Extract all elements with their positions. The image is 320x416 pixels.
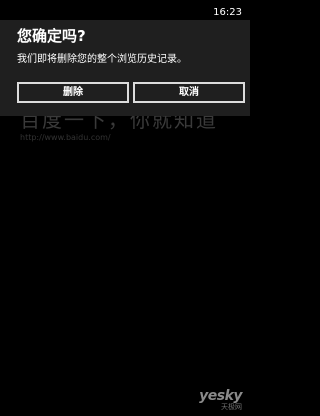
watermark-subtitle: 天极网 bbox=[221, 403, 242, 411]
delete-button[interactable]: 删除 bbox=[17, 82, 129, 103]
watermark-logo: yesky 天极网 bbox=[199, 389, 242, 412]
status-bar: 16:23 bbox=[0, 0, 250, 20]
dialog-message: 我们即将删除您的整个浏览历史记录。 bbox=[17, 54, 187, 65]
background-url: http://www.baidu.com/ bbox=[20, 133, 111, 142]
cancel-button[interactable]: 取消 bbox=[133, 82, 245, 103]
confirm-dialog: 您确定吗? 我们即将删除您的整个浏览历史记录。 删除 取消 bbox=[0, 20, 250, 116]
status-clock: 16:23 bbox=[213, 7, 242, 18]
watermark-brand: yesky bbox=[199, 388, 242, 404]
dialog-title: 您确定吗? bbox=[17, 27, 86, 45]
